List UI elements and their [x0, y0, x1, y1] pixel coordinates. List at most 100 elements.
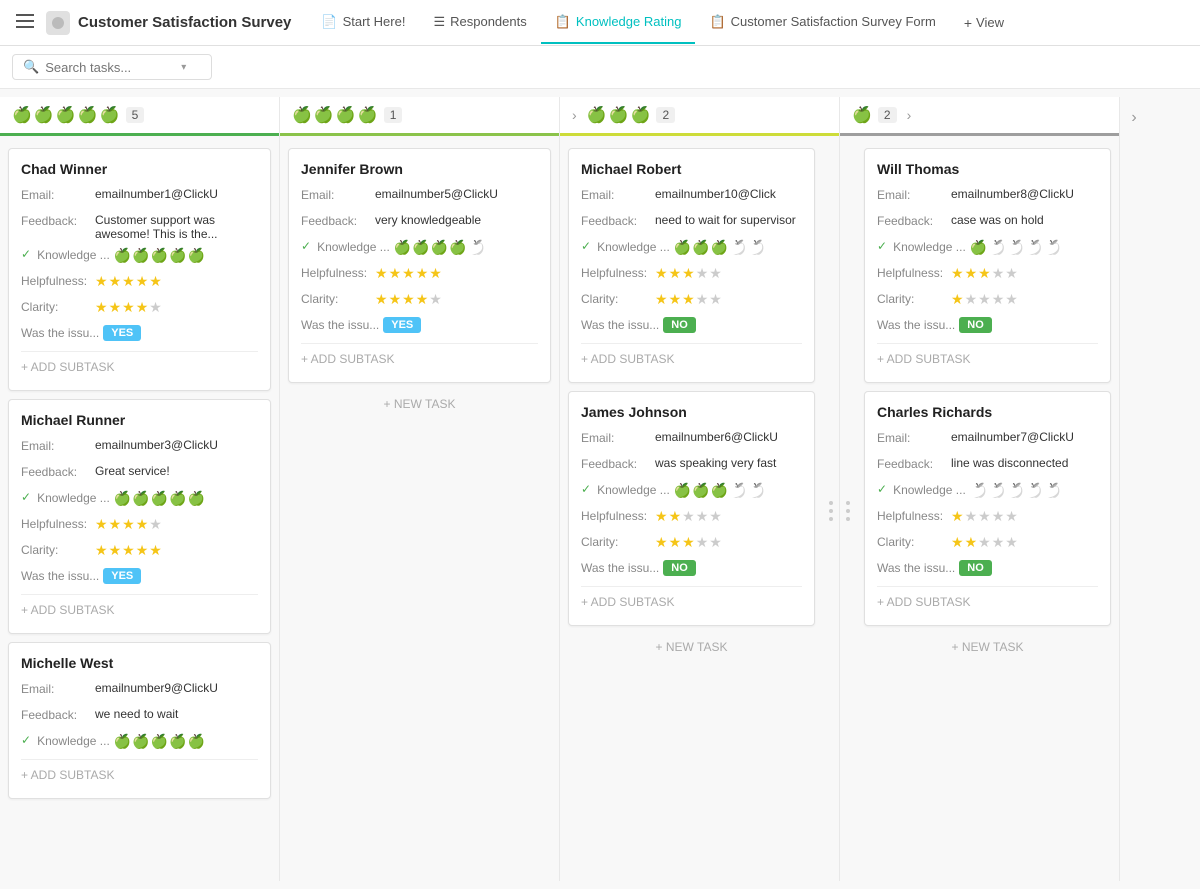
tab-respondents[interactable]: ☰ Respondents [419, 2, 540, 44]
new-task-button[interactable]: + NEW TASK [864, 634, 1111, 660]
knowledge-apples: 🍏🍏🍏🍏🍏 [970, 239, 1061, 256]
column-count: 2 [878, 107, 897, 123]
issue-label: Was the issu... [21, 568, 99, 583]
feedback-field-value: was speaking very fast [655, 456, 802, 470]
knowledge-apples: 🍏🍏🍏🍏🍏 [674, 482, 765, 499]
knowledge-label: Knowledge ... [597, 482, 670, 497]
knowledge-apples: 🍏🍏🍏🍏🍏 [114, 247, 205, 264]
email-field: Email:emailnumber8@ClickU [877, 187, 1098, 207]
email-field: Email:emailnumber9@ClickU [21, 681, 258, 701]
clarity-field: Clarity: ★★★★★ [301, 291, 538, 311]
app-container: Customer Satisfaction Survey 📄 Start Her… [0, 0, 1200, 889]
clarity-stars: ★★★★★ [375, 291, 442, 308]
column-scroll-right[interactable]: › [907, 107, 912, 123]
column-header-apples: 🍏🍏🍏🍏 [292, 105, 378, 125]
issue-field: Was the issu...NO [877, 560, 1098, 580]
feedback-field: Feedback:need to wait for supervisor [581, 213, 802, 233]
email-field-label: Email: [21, 681, 91, 696]
tab-form[interactable]: 📋 Customer Satisfaction Survey Form [695, 2, 949, 44]
email-field-value: emailnumber6@ClickU [655, 430, 802, 444]
new-task-button[interactable]: + NEW TASK [568, 634, 815, 660]
helpfulness-label: Helpfulness: [21, 516, 91, 531]
issue-badge: YES [103, 568, 141, 584]
clarity-stars: ★★★★★ [95, 542, 162, 559]
clarity-stars: ★★★★★ [951, 291, 1018, 308]
task-card: Charles Richards Email:emailnumber7@Click… [864, 391, 1111, 626]
helpfulness-stars: ★★★★★ [375, 265, 442, 282]
knowledge-apples: 🍏🍏🍏🍏🍏 [114, 733, 205, 750]
email-field: Email:emailnumber1@ClickU [21, 187, 258, 207]
tab-start[interactable]: 📄 Start Here! [307, 2, 419, 44]
add-subtask-button[interactable]: + ADD SUBTASK [877, 591, 1098, 613]
knowledge-field: ✓Knowledge ...🍏🍏🍏🍏🍏 [21, 733, 258, 753]
feedback-field-value: Great service! [95, 464, 258, 478]
column-scroll-col2: Jennifer BrownEmail:emailnumber5@ClickUF… [280, 140, 559, 881]
helpfulness-stars: ★★★★★ [951, 265, 1018, 282]
clarity-field: Clarity:★★★★★ [21, 299, 258, 319]
board-scroll-right[interactable]: › [1120, 97, 1148, 881]
column-header-col4: 🍏2› [840, 97, 1119, 136]
feedback-field-value: case was on hold [951, 213, 1098, 227]
menu-icon[interactable] [12, 10, 38, 35]
knowledge-field: ✓Knowledge ...🍏🍏🍏🍏🍏 [877, 239, 1098, 259]
knowledge-label: Knowledge ... [597, 239, 670, 254]
email-field-label: Email: [301, 187, 371, 202]
add-subtask-button[interactable]: + ADD SUBTASK [21, 764, 258, 786]
card-name: James Johnson [581, 404, 802, 420]
knowledge-field: ✓Knowledge ...🍏🍏🍏🍏🍏 [21, 247, 258, 267]
column-side-indicator [823, 140, 839, 881]
knowledge-icon: 📋 [555, 14, 571, 30]
knowledge-check: ✓ [581, 482, 591, 496]
clarity-stars: ★★★★★ [655, 534, 722, 551]
feedback-field-value: Customer support was awesome! This is th… [95, 213, 258, 241]
column-col2: 🍏🍏🍏🍏1Jennifer BrownEmail:emailnumber5@Cl… [280, 97, 560, 881]
card-name: Jennifer Brown [301, 161, 538, 177]
column-header-col3: › 🍏🍏🍏 2 [560, 97, 839, 136]
helpfulness-label: Helpfulness: [581, 265, 651, 280]
clarity-field: Clarity:★★★★★ [877, 534, 1098, 554]
card-name: Michael Robert [581, 161, 802, 177]
knowledge-check: ✓ [581, 239, 591, 253]
add-subtask-button[interactable]: + ADD SUBTASK [301, 348, 538, 370]
knowledge-apples: 🍏🍏🍏🍏🍏 [970, 482, 1061, 499]
knowledge-label: Knowledge ... [37, 733, 110, 748]
knowledge-check: ✓ [877, 482, 887, 496]
clarity-label: Clarity: [581, 291, 651, 306]
new-task-button[interactable]: + NEW TASK [288, 391, 551, 417]
column-scroll-col3: Michael RobertEmail:emailnumber10@ClickF… [560, 140, 823, 881]
search-box[interactable]: 🔍 ▾ [12, 54, 212, 80]
column-header-apples: 🍏🍏🍏 [587, 105, 651, 125]
clarity-label: Clarity: [301, 291, 371, 306]
tab-knowledge[interactable]: 📋 Knowledge Rating [541, 2, 696, 44]
email-field-label: Email: [581, 430, 651, 445]
knowledge-apples: 🍏🍏🍏🍏🍏 [674, 239, 765, 256]
clarity-label: Clarity: [21, 542, 91, 557]
add-subtask-button[interactable]: + ADD SUBTASK [877, 348, 1098, 370]
tab-view[interactable]: + View [950, 3, 1018, 43]
issue-badge: NO [663, 317, 696, 333]
column-scroll-col1: Chad WinnerEmail:emailnumber1@ClickUFeed… [0, 140, 279, 881]
column-scroll-col4: Will ThomasEmail:emailnumber8@ClickUFeed… [856, 140, 1119, 881]
issue-field: Was the issu...NO [581, 560, 802, 580]
clarity-field: Clarity: ★★★★★ [21, 542, 258, 562]
card-name: Charles Richards [877, 404, 1098, 420]
board: 🍏🍏🍏🍏🍏5Chad WinnerEmail:emailnumber1@Clic… [0, 89, 1200, 889]
add-subtask-button[interactable]: + ADD SUBTASK [581, 591, 802, 613]
email-field-value: emailnumber3@ClickU [95, 438, 258, 452]
email-field: Email:emailnumber7@ClickU [877, 430, 1098, 450]
email-field-value: emailnumber7@ClickU [951, 430, 1098, 444]
clarity-field: Clarity:★★★★★ [581, 534, 802, 554]
add-subtask-button[interactable]: + ADD SUBTASK [21, 356, 258, 378]
issue-label: Was the issu... [581, 560, 659, 575]
feedback-field-label: Feedback: [581, 456, 651, 471]
helpfulness-field: Helpfulness:★★★★★ [301, 265, 538, 285]
column-count: 2 [656, 107, 675, 123]
helpfulness-field: Helpfulness:★★★★★ [21, 516, 258, 536]
column-scroll-left[interactable]: › [572, 107, 577, 123]
task-card: Michael RunnerEmail:emailnumber3@ClickUF… [8, 399, 271, 634]
helpfulness-stars: ★★★★★ [95, 273, 162, 290]
add-subtask-button[interactable]: + ADD SUBTASK [581, 348, 802, 370]
add-subtask-button[interactable]: + ADD SUBTASK [21, 599, 258, 621]
task-card: Chad WinnerEmail:emailnumber1@ClickUFeed… [8, 148, 271, 391]
search-input[interactable] [45, 60, 175, 75]
